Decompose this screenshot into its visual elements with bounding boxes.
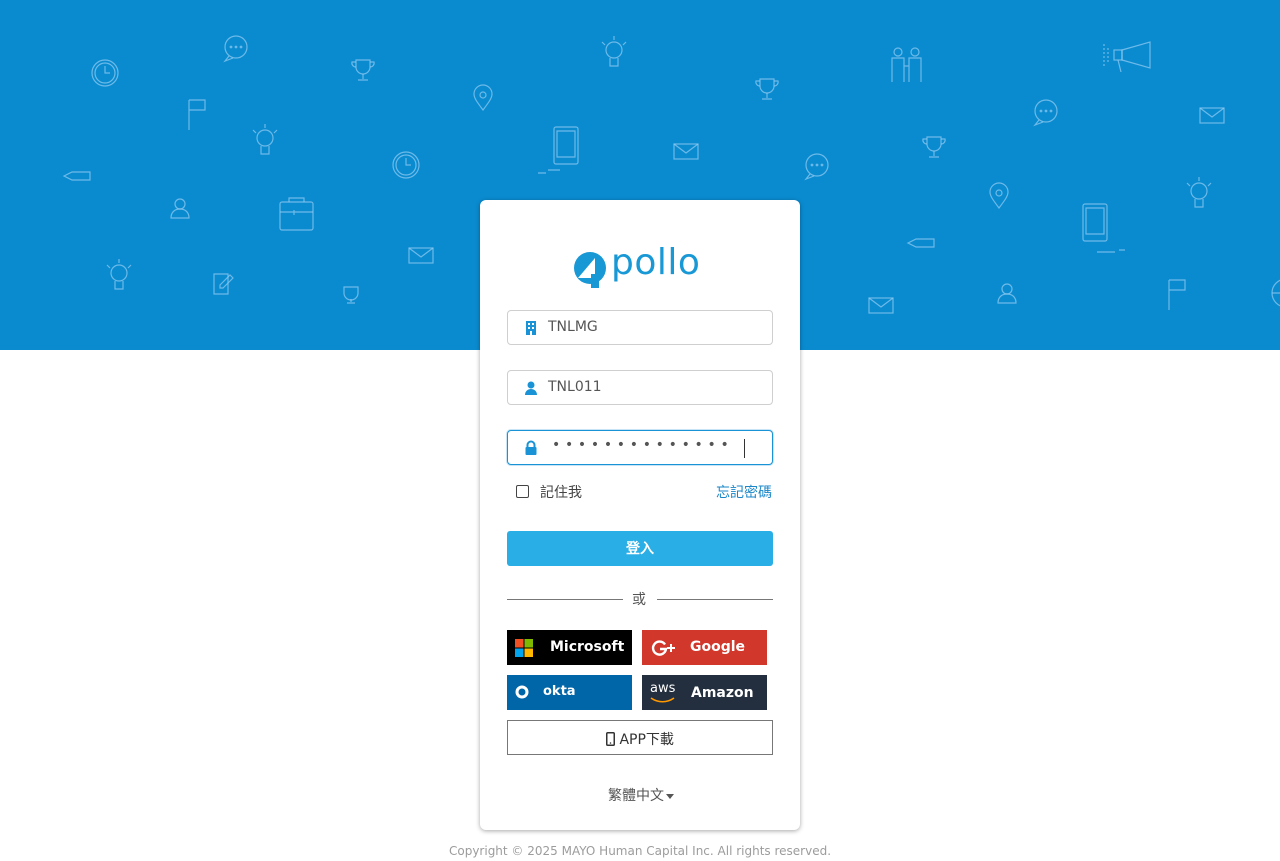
amazon-label: Amazon [691, 685, 754, 701]
okta-login-button[interactable]: okta [507, 675, 632, 710]
microsoft-login-button[interactable]: Microsoft [507, 630, 632, 665]
megaphone-icon [1103, 41, 1151, 73]
app-download-label: APP下載 [619, 732, 674, 748]
clock-icon [91, 59, 119, 87]
envelope-icon [673, 143, 699, 160]
tablet-icon [538, 126, 579, 174]
okta-logo-icon [515, 685, 529, 699]
logo-text: pollo [611, 242, 701, 283]
copyright-text: Copyright © 2025 MAYO Human Capital Inc.… [448, 844, 832, 858]
company-field-value[interactable]: TNLMG [548, 319, 598, 335]
divider-right [657, 599, 773, 600]
flag-icon [188, 99, 206, 130]
mobile-phone-icon [606, 732, 615, 746]
person-icon [170, 198, 190, 219]
language-selector[interactable]: 繁體中文 [608, 785, 674, 805]
login-button[interactable]: 登入 [507, 531, 773, 566]
envelope-icon [408, 247, 434, 264]
username-field-value[interactable]: TNL011 [548, 379, 602, 395]
chat-bubble-icon [1033, 99, 1058, 127]
chat-bubble-icon [223, 35, 248, 63]
app-download-button[interactable]: APP下載 [507, 720, 773, 755]
person-icon [997, 283, 1017, 304]
trophy-icon [343, 286, 359, 304]
lightbulb-icon [1186, 177, 1212, 208]
divider-left [507, 599, 623, 600]
google-label: Google [690, 639, 746, 655]
app-download-content: APP下載 [606, 729, 674, 749]
tablet-icon [1082, 203, 1125, 253]
envelope-icon [1199, 107, 1225, 124]
remember-me-checkbox[interactable] [516, 485, 529, 498]
text-cursor [744, 439, 745, 458]
clock-icon [392, 151, 420, 179]
lightbulb-icon [106, 259, 132, 290]
google-login-button[interactable]: Google [642, 630, 767, 665]
trophy-icon [755, 78, 779, 100]
aws-logo-icon: aws [650, 681, 676, 696]
flag-icon [1168, 279, 1186, 310]
pencil-icon [62, 171, 91, 181]
microsoft-logo-icon [515, 639, 533, 657]
aws-smile-icon [650, 697, 675, 703]
user-icon [525, 381, 537, 395]
forgot-password-link[interactable]: 忘記密碼 [716, 482, 772, 502]
apollo-logo: pollo [573, 242, 709, 292]
password-mask[interactable]: •••••••••••••• [552, 437, 733, 453]
trophy-icon [351, 59, 375, 81]
globe-icon [1271, 279, 1280, 307]
envelope-icon [868, 297, 894, 314]
chat-bubble-icon [804, 153, 829, 181]
company-field[interactable]: TNLMG [507, 310, 773, 345]
pencil-icon [906, 238, 935, 248]
language-selected[interactable]: 繁體中文 [608, 788, 664, 804]
remember-me-label[interactable]: 記住我 [540, 482, 582, 502]
trophy-icon [922, 136, 946, 158]
google-plus-icon [651, 640, 675, 656]
map-pin-icon [989, 182, 1009, 210]
microsoft-label: Microsoft [550, 639, 625, 655]
caret-down-icon [666, 793, 674, 799]
map-pin-icon [473, 84, 493, 112]
okta-label: okta [543, 684, 576, 699]
lightbulb-icon [252, 124, 278, 155]
edit-note-icon [213, 273, 234, 295]
amazon-login-button[interactable]: aws Amazon [642, 675, 767, 710]
lightbulb-icon [601, 36, 627, 67]
handshake-people-icon [891, 47, 922, 82]
building-icon [526, 321, 536, 335]
logo-mark-icon [574, 252, 606, 288]
lock-icon [525, 440, 537, 455]
briefcase-icon [279, 197, 314, 231]
login-card: pollo TNLMG TNL011 •••••••••••••• 記住我 忘記… [480, 200, 800, 830]
or-label: 或 [632, 592, 646, 608]
password-field[interactable]: •••••••••••••• [507, 430, 773, 465]
username-field[interactable]: TNL011 [507, 370, 773, 405]
